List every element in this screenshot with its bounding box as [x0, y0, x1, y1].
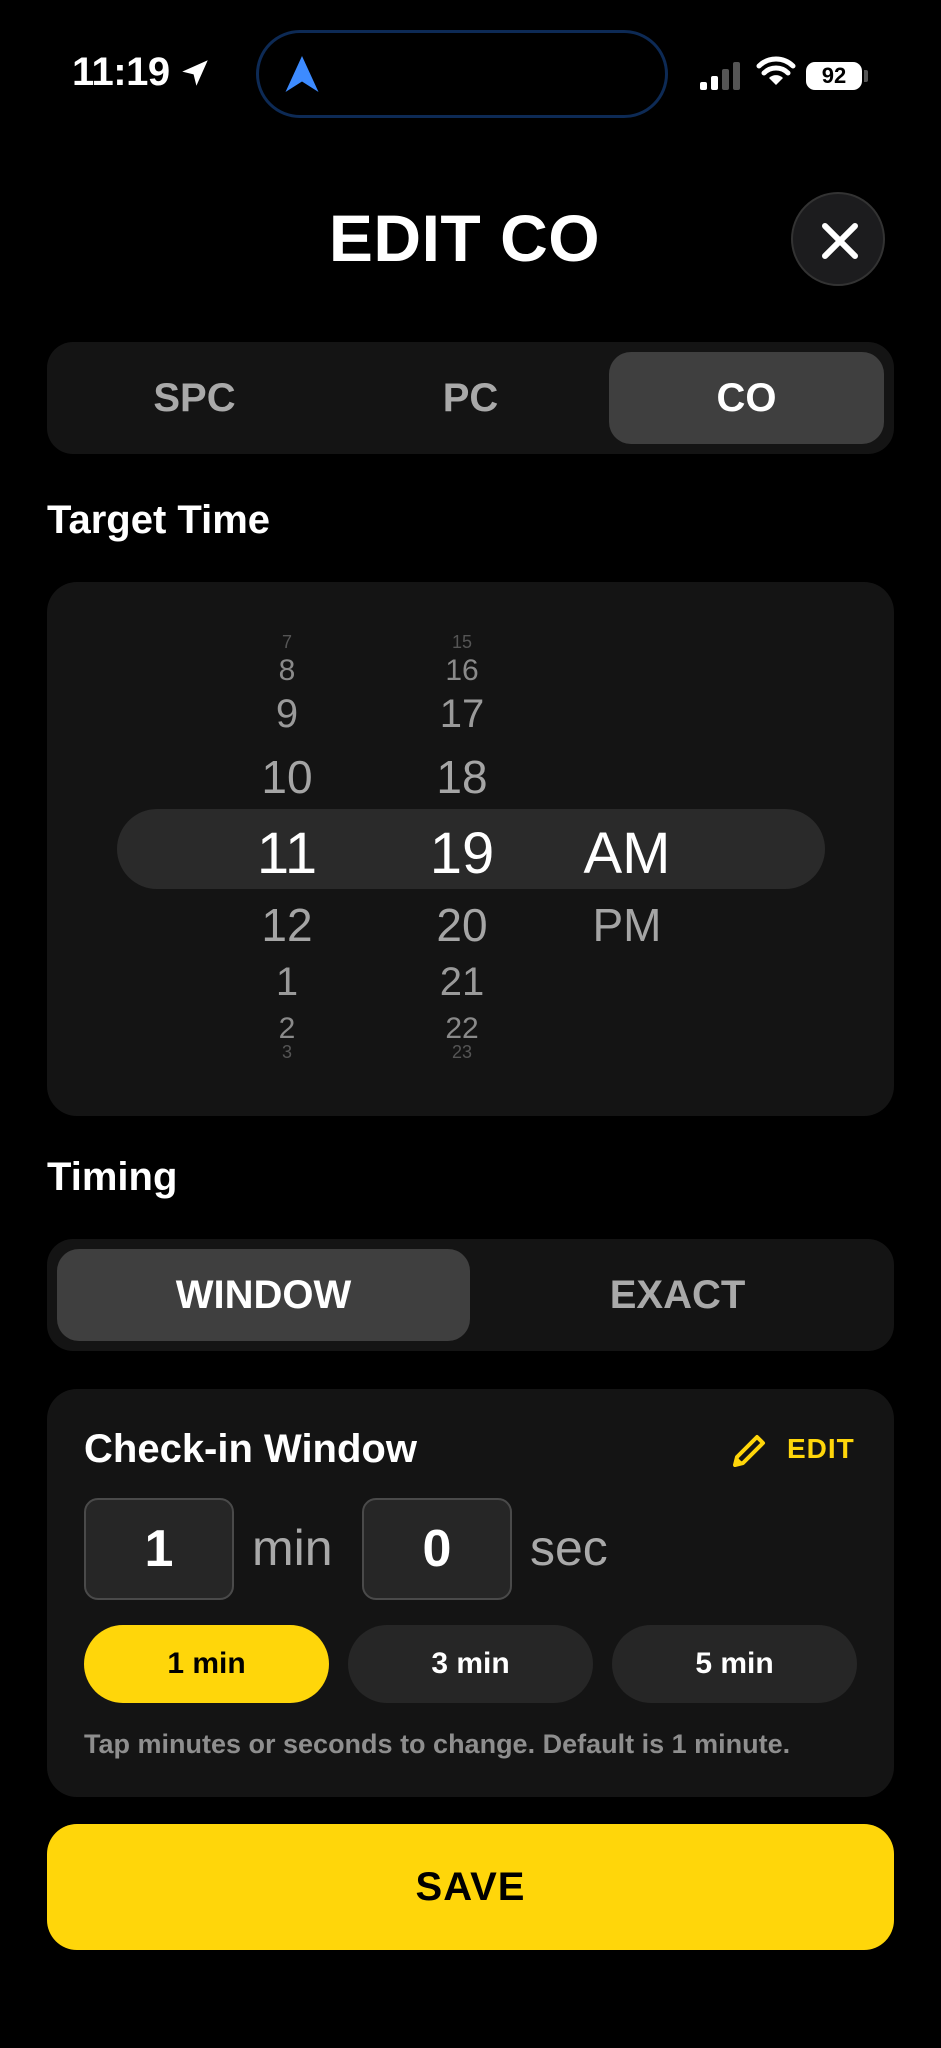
target-time-label: Target Time — [47, 498, 271, 542]
timing-exact-option[interactable]: EXACT — [471, 1249, 884, 1341]
seconds-unit: sec — [530, 1520, 608, 1576]
minute-option[interactable]: 16 — [412, 654, 512, 688]
minutes-unit: min — [252, 1520, 333, 1576]
wifi-icon — [756, 56, 796, 85]
minute-option[interactable]: 15 — [412, 632, 512, 653]
hour-option[interactable]: 8 — [237, 654, 337, 688]
minutes-field[interactable]: 1 — [84, 1498, 234, 1600]
minute-wheel[interactable]: 15 16 17 18 19 20 21 22 23 — [412, 582, 512, 1116]
seconds-field[interactable]: 0 — [362, 1498, 512, 1600]
tab-spc[interactable]: SPC — [57, 352, 332, 444]
hour-option[interactable]: 9 — [237, 692, 337, 737]
period-wheel[interactable]: AM PM — [557, 582, 697, 1116]
timing-segmented-control: WINDOW EXACT — [47, 1239, 894, 1351]
pencil-icon — [733, 1435, 765, 1467]
minute-option[interactable]: 18 — [412, 750, 512, 804]
hour-option[interactable]: 1 — [237, 960, 337, 1005]
minute-option[interactable]: 21 — [412, 960, 512, 1005]
preset-1-min-button[interactable]: 1 min — [84, 1625, 329, 1703]
minute-option[interactable]: 20 — [412, 898, 512, 952]
hour-option[interactable]: 2 — [237, 1012, 337, 1046]
navigation-arrow-icon — [285, 56, 319, 92]
time-picker[interactable]: 7 8 9 10 11 12 1 2 3 15 16 17 18 19 20 2… — [47, 582, 894, 1116]
preset-3-min-button[interactable]: 3 min — [348, 1625, 593, 1703]
hour-option[interactable]: 7 — [237, 632, 337, 653]
checkin-window-card: Check-in Window EDIT 1 min 0 sec 1 min 3… — [47, 1389, 894, 1797]
minute-selected[interactable]: 19 — [412, 820, 512, 887]
save-button[interactable]: SAVE — [47, 1824, 894, 1950]
hour-selected[interactable]: 11 — [237, 820, 337, 887]
minute-option[interactable]: 23 — [412, 1042, 512, 1063]
battery-tip — [864, 70, 868, 82]
timing-window-option[interactable]: WINDOW — [57, 1249, 470, 1341]
cellular-signal-icon — [700, 60, 740, 90]
hour-option[interactable]: 12 — [237, 898, 337, 952]
hour-option[interactable]: 10 — [237, 750, 337, 804]
minute-option[interactable]: 17 — [412, 692, 512, 737]
close-button[interactable] — [791, 192, 885, 286]
hour-wheel[interactable]: 7 8 9 10 11 12 1 2 3 — [237, 582, 337, 1116]
hour-option[interactable]: 3 — [237, 1042, 337, 1063]
checkin-title: Check-in Window — [84, 1427, 417, 1471]
tab-co[interactable]: CO — [609, 352, 884, 444]
edit-label: EDIT — [787, 1433, 855, 1464]
period-option[interactable]: PM — [557, 898, 697, 952]
period-selected[interactable]: AM — [557, 820, 697, 887]
tab-pc[interactable]: PC — [333, 352, 608, 444]
timing-label: Timing — [47, 1155, 178, 1199]
minute-option[interactable]: 22 — [412, 1012, 512, 1046]
mode-segmented-control: SPC PC CO — [47, 342, 894, 454]
battery-icon: 92 — [806, 62, 862, 90]
close-icon — [822, 223, 858, 259]
status-time: 11:19 — [72, 50, 170, 94]
checkin-hint: Tap minutes or seconds to change. Defaul… — [84, 1729, 791, 1759]
location-arrow-icon — [182, 60, 208, 86]
preset-5-min-button[interactable]: 5 min — [612, 1625, 857, 1703]
